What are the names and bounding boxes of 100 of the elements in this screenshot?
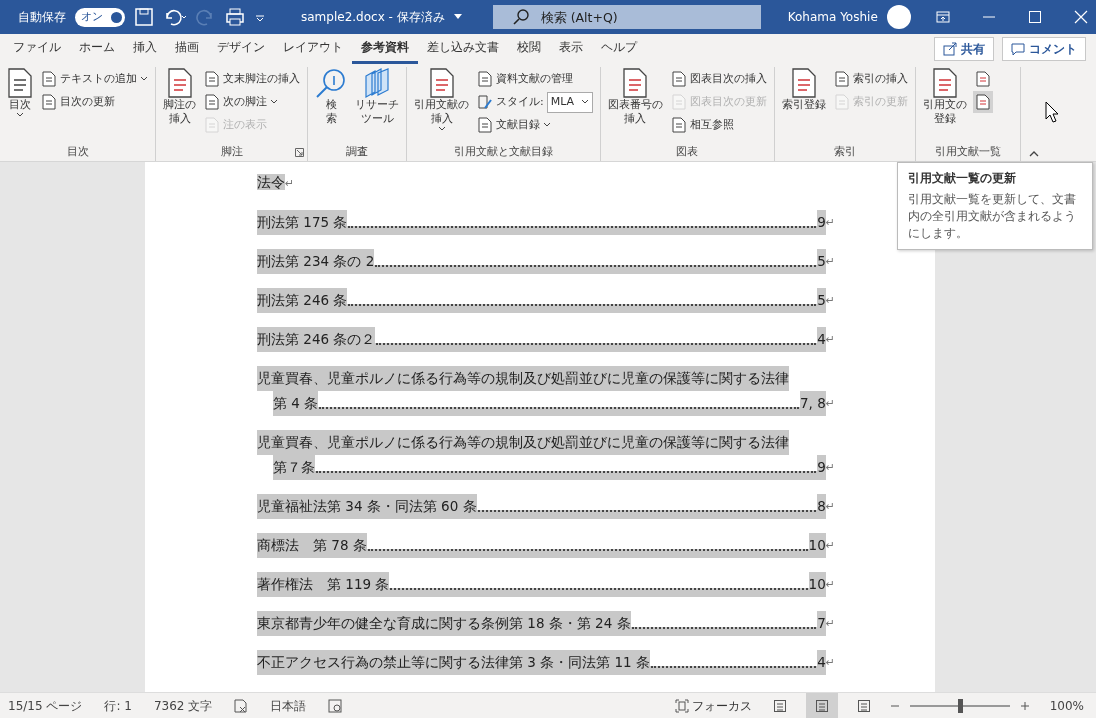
- document-icon: [428, 68, 455, 98]
- caret-icon[interactable]: [453, 14, 462, 20]
- ribbon-tab[interactable]: ファイル: [4, 34, 70, 64]
- paragraph-mark: ↵: [825, 616, 835, 632]
- read-mode-icon: [772, 698, 787, 713]
- undo-icon[interactable]: [163, 7, 187, 27]
- document-icon: [670, 71, 687, 87]
- ribbon-button[interactable]: 索引登録: [779, 67, 828, 143]
- caret-icon: [580, 99, 589, 105]
- caret-icon: [270, 99, 278, 105]
- zoom-in-icon[interactable]: [1019, 700, 1030, 711]
- search-field[interactable]: 検索 (Alt+Q): [492, 5, 761, 29]
- caret-icon: [543, 122, 551, 128]
- entry-text: 刑法第 175 条: [257, 210, 348, 235]
- ribbon-button[interactable]: 脚注の 挿入: [161, 67, 198, 143]
- ribbon-button[interactable]: 引用文の 登録: [920, 67, 969, 143]
- collapse-ribbon-icon[interactable]: [1028, 149, 1039, 157]
- ribbon-tab[interactable]: ヘルプ: [592, 34, 646, 64]
- document-title[interactable]: sample2.docx - 保存済み: [301, 8, 445, 26]
- ribbon-button[interactable]: 図表目次の挿入: [668, 68, 769, 90]
- page-number: 7: [817, 611, 826, 636]
- paragraph-mark: ↵: [825, 538, 835, 554]
- caret-icon: [16, 111, 24, 118]
- entry-text: 児童福祉法第 34 条・同法第 60 条: [257, 494, 477, 519]
- entry-text: 第７条: [273, 455, 315, 480]
- document-icon: [931, 68, 958, 98]
- paragraph-mark: ↵: [825, 396, 835, 412]
- maximize-icon[interactable]: [1027, 10, 1042, 24]
- ribbon-button[interactable]: 目次: [5, 67, 35, 143]
- ribbon-tab[interactable]: 描画: [166, 34, 208, 64]
- autosave-toggle[interactable]: オン: [75, 7, 125, 27]
- word-count[interactable]: 7362 文字: [153, 696, 213, 715]
- entry-text: 刑法第 246 条の２: [257, 327, 376, 352]
- print-icon[interactable]: [225, 7, 245, 27]
- paragraph-mark: ↵: [825, 499, 835, 515]
- ribbon-tab[interactable]: 校閲: [508, 34, 550, 64]
- tooltip-title: 引用文献一覧の更新: [908, 170, 1017, 187]
- page-number: 4: [817, 650, 826, 675]
- print-layout-icon: [814, 698, 829, 713]
- paragraph-mark: ↵: [825, 215, 835, 231]
- ribbon-tab[interactable]: 挿入: [124, 34, 166, 64]
- share-button[interactable]: 共有: [934, 37, 994, 61]
- focus-button[interactable]: フォーカス: [672, 694, 754, 717]
- ribbon-tab[interactable]: 表示: [550, 34, 592, 64]
- entry-text: 東京都青少年の健全な育成に関する条例第 18 条・第 24 条: [257, 611, 631, 636]
- entry-text: 不正アクセス行為の禁止等に関する法律第 3 条・同法第 11 条: [257, 650, 650, 675]
- entry-text: 商標法 第 78 条: [257, 533, 367, 558]
- ribbon-button[interactable]: 図表番号の 挿入: [605, 67, 665, 143]
- language[interactable]: 日本語: [270, 696, 307, 715]
- page-count[interactable]: 15/15 ページ: [8, 696, 83, 715]
- ribbon-button[interactable]: 検 索: [313, 67, 349, 143]
- ribbon-button[interactable]: 次の脚注: [202, 91, 302, 113]
- page-number: 5: [817, 249, 826, 274]
- paragraph-mark: ↵: [825, 460, 835, 476]
- page-number: 4: [817, 327, 826, 352]
- user-name[interactable]: Kohama Yoshie: [787, 8, 878, 26]
- document-icon: [41, 71, 57, 87]
- group-label: 脚注: [219, 144, 244, 160]
- ribbon-button[interactable]: 資料文献の管理: [475, 68, 595, 90]
- save-icon[interactable]: [134, 7, 154, 27]
- document-icon: [41, 94, 57, 110]
- document-icon: [166, 68, 193, 98]
- style-dropdown[interactable]: MLA: [546, 91, 593, 113]
- avatar[interactable]: [886, 5, 911, 29]
- mouse-cursor-icon: [1045, 101, 1059, 123]
- ribbon-button[interactable]: 相互参照: [668, 114, 769, 136]
- ribbon-tab[interactable]: 差し込み文書: [418, 34, 508, 64]
- proofing-icon[interactable]: [234, 698, 249, 713]
- ribbon-tab[interactable]: ホーム: [70, 34, 124, 64]
- paragraph-mark: ↵: [825, 254, 835, 270]
- ribbon-button[interactable]: [972, 91, 993, 113]
- tooltip-text: 引用文献一覧を更新して、文書内の全引用文献が含まれるようにします。: [908, 191, 1077, 242]
- ribbon-button[interactable]: 索引の挿入: [831, 68, 910, 90]
- magnifier-icon: [315, 68, 347, 98]
- share-icon: [943, 42, 957, 56]
- zoom-level[interactable]: 100%: [1049, 696, 1084, 715]
- ribbon-tab[interactable]: デザイン: [208, 34, 274, 64]
- entry-text: 刑法第 246 条: [257, 288, 348, 313]
- close-icon[interactable]: [1073, 10, 1088, 24]
- page-number: 7, 8: [800, 391, 826, 416]
- ribbon-button[interactable]: 文末脚注の挿入: [202, 68, 302, 90]
- autosave-label: 自動保存: [18, 9, 66, 26]
- document-icon: [622, 68, 649, 98]
- accessibility-icon[interactable]: [328, 698, 343, 713]
- view-button[interactable]: [805, 692, 838, 718]
- ribbon-button[interactable]: 文献目録: [475, 114, 595, 136]
- ribbon-button[interactable]: テキストの追加: [39, 68, 150, 90]
- document-icon: [7, 68, 33, 98]
- ribbon-button[interactable]: リサーチ ツール: [353, 67, 401, 143]
- ribbon-tab[interactable]: レイアウト: [274, 34, 352, 64]
- comment-button[interactable]: コメント: [1002, 37, 1086, 61]
- dialog-launcher-icon[interactable]: [295, 148, 304, 157]
- ribbon-button[interactable]: 引用文献の 挿入: [412, 67, 471, 143]
- ribbon-display-icon[interactable]: [935, 10, 950, 24]
- document-icon: [477, 117, 493, 133]
- page-number: 5: [817, 288, 826, 313]
- group-label: 索引: [832, 144, 857, 160]
- comment-icon: [1011, 42, 1025, 56]
- ribbon-button[interactable]: 目次の更新: [39, 91, 150, 113]
- caret-icon: [437, 125, 446, 132]
